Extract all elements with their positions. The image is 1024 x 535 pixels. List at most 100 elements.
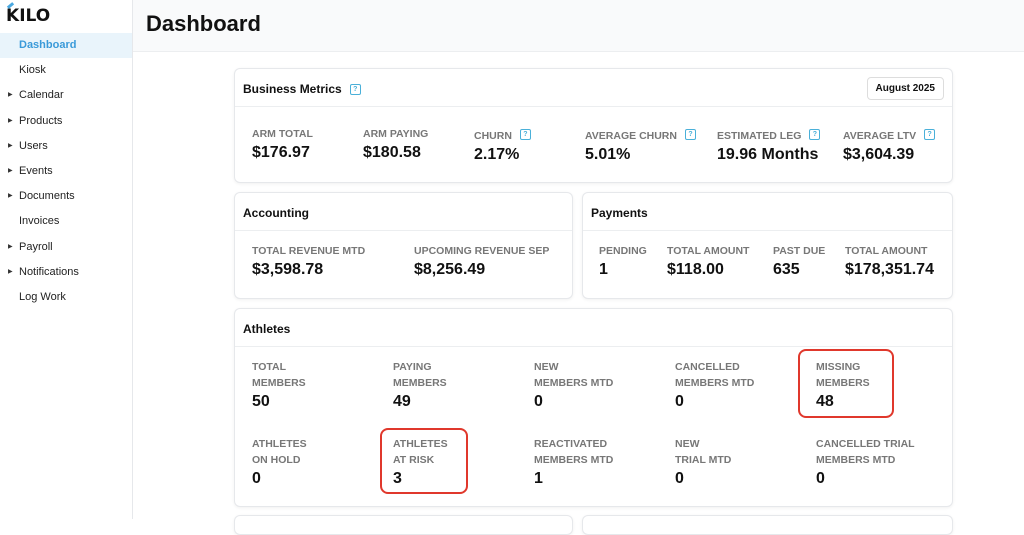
- metric-value: 19.96 Months: [717, 146, 819, 163]
- metric-label: PAYING: [393, 361, 432, 373]
- sidebar-item-payroll[interactable]: ▶ Payroll: [0, 235, 132, 260]
- help-icon[interactable]: ?: [809, 129, 821, 141]
- metric-label: ON HOLD: [252, 454, 301, 466]
- metric-value: $8,256.49: [414, 261, 486, 278]
- sidebar-item-calendar[interactable]: ▶ Calendar: [0, 83, 132, 108]
- help-icon[interactable]: ?: [519, 129, 531, 141]
- caret-right-icon: ▶: [8, 167, 13, 174]
- metric-label: CHURN: [474, 130, 512, 142]
- kilo-logo[interactable]: KILO: [6, 6, 50, 26]
- accounting-card: Accounting TOTAL REVENUE MTD $3,598.78 UPC…: [234, 192, 573, 299]
- sidebar-item-invoices[interactable]: Invoices: [0, 209, 132, 234]
- metric-label: PENDING: [599, 245, 647, 257]
- metric-value: 635: [773, 261, 800, 278]
- sidebar-item-label: Payroll: [19, 240, 53, 253]
- metric: PENDING 1: [599, 243, 647, 279]
- metric: ARM PAYING $180.58: [363, 126, 428, 162]
- month-selector[interactable]: August 2025: [866, 77, 944, 100]
- metric: AVERAGE LTV? $3,604.39: [843, 126, 936, 164]
- metric-label: MEMBERS: [393, 377, 447, 389]
- metric-label: ESTIMATED LEG: [717, 130, 802, 142]
- sidebar-item-users[interactable]: ▶ Users: [0, 134, 132, 159]
- metric-label: TOTAL AMOUNT: [845, 245, 928, 257]
- metric: UPCOMING REVENUE SEP $8,256.49: [414, 243, 549, 279]
- metric-value: 0: [534, 393, 543, 410]
- metric: PAST DUE 635: [773, 243, 825, 279]
- metric-value: 0: [252, 470, 261, 487]
- metric-value: $118.00: [667, 261, 724, 278]
- metric-value: 1: [534, 470, 543, 487]
- sidebar-item-label: Events: [19, 164, 53, 177]
- metric-label: MEMBERS MTD: [534, 377, 614, 389]
- metric: ATHLETES ON HOLD 0: [252, 436, 307, 488]
- metric-label: MEMBERS MTD: [816, 454, 896, 466]
- metric-label: MEMBERS MTD: [675, 377, 755, 389]
- metric-label: ATHLETES: [252, 438, 307, 450]
- metric-label: MEMBERS: [252, 377, 306, 389]
- sidebar-nav: Dashboard Kiosk ▶ Calendar ▶ Products ▶ Users ▶ E…: [0, 33, 132, 310]
- card-title: Business Metrics: [243, 82, 342, 96]
- sidebar-item-label: Documents: [19, 190, 75, 203]
- metric-value: 5.01%: [585, 146, 631, 163]
- metric-label: PAST DUE: [773, 245, 826, 257]
- caret-right-icon: ▶: [8, 92, 13, 99]
- metric-label: AVERAGE CHURN: [585, 130, 677, 142]
- sidebar-item-kiosk[interactable]: Kiosk: [0, 58, 132, 83]
- caret-right-icon: ▶: [8, 268, 13, 275]
- card-partial: [582, 515, 953, 535]
- metric-value: $178,351.74: [845, 261, 934, 278]
- metric-label: TOTAL AMOUNT: [667, 245, 750, 257]
- caret-right-icon: ▶: [8, 243, 13, 250]
- caret-right-icon: ▶: [8, 142, 13, 149]
- page-header: Dashboard: [133, 0, 1024, 52]
- help-icon[interactable]: ?: [924, 129, 936, 141]
- card-partial: [234, 515, 573, 535]
- metric-label: CANCELLED TRIAL: [816, 438, 915, 450]
- metric: CANCELLED TRIAL MEMBERS MTD 0: [816, 436, 915, 488]
- metric-label: MEMBERS MTD: [534, 454, 614, 466]
- sidebar-item-products[interactable]: ▶ Products: [0, 109, 132, 134]
- metric-label: NEW: [675, 438, 700, 450]
- metric: CHURN? 2.17%: [474, 126, 531, 164]
- help-icon[interactable]: ?: [684, 129, 696, 141]
- metric: ARM TOTAL $176.97: [252, 126, 313, 162]
- metric-label: TOTAL: [252, 361, 287, 373]
- metric-value: 0: [675, 393, 684, 410]
- metric-label: REACTIVATED: [534, 438, 608, 450]
- sidebar-item-dashboard[interactable]: Dashboard: [0, 33, 132, 59]
- metric-value: 1: [599, 261, 608, 278]
- metric: ESTIMATED LEG? 19.96 Months: [717, 126, 821, 164]
- metric: PAYING MEMBERS 49: [393, 359, 447, 411]
- sidebar-item-label: Users: [19, 139, 48, 152]
- metric: NEW TRIAL MTD 0: [675, 436, 731, 488]
- metric-value: $176.97: [252, 144, 310, 161]
- sidebar-item-label: Calendar: [19, 89, 64, 102]
- caret-right-icon: ▶: [8, 193, 13, 200]
- card-title: Athletes: [235, 309, 952, 347]
- metric-value: 2.17%: [474, 146, 520, 163]
- sidebar-item-documents[interactable]: ▶ Documents: [0, 184, 132, 209]
- sidebar-item-notifications[interactable]: ▶ Notifications: [0, 260, 132, 285]
- sidebar-item-events[interactable]: ▶ Events: [0, 159, 132, 184]
- page-title: Dashboard: [146, 11, 261, 36]
- card-title: Payments: [583, 193, 952, 231]
- metric: TOTAL REVENUE MTD $3,598.78: [252, 243, 365, 279]
- metric: AVERAGE CHURN? 5.01%: [585, 126, 696, 164]
- metric-label: AVERAGE LTV: [843, 130, 917, 142]
- highlight-athletes-at-risk: [380, 428, 468, 494]
- metric-value: $3,598.78: [252, 261, 324, 278]
- payments-card: Payments PENDING 1 TOTAL AMOUNT $118.00 PAST…: [582, 192, 953, 299]
- metric-value: 50: [252, 393, 270, 410]
- metric-value: $3,604.39: [843, 146, 915, 163]
- metric: CANCELLED MEMBERS MTD 0: [675, 359, 754, 411]
- sidebar: KILO Dashboard Kiosk ▶ Calendar ▶ Products ▶ Us…: [0, 0, 133, 519]
- metric-value: $180.58: [363, 144, 421, 161]
- sidebar-item-log-work[interactable]: Log Work: [0, 285, 132, 310]
- sidebar-item-label: Notifications: [19, 265, 79, 278]
- business-metrics-card: Business Metrics? August 2025 ARM TOTAL $…: [234, 68, 953, 183]
- metric: NEW MEMBERS MTD 0: [534, 359, 613, 411]
- caret-right-icon: ▶: [8, 117, 13, 124]
- metric: REACTIVATED MEMBERS MTD 1: [534, 436, 613, 488]
- metric-label: ARM TOTAL: [252, 128, 313, 140]
- help-icon[interactable]: ?: [349, 84, 361, 96]
